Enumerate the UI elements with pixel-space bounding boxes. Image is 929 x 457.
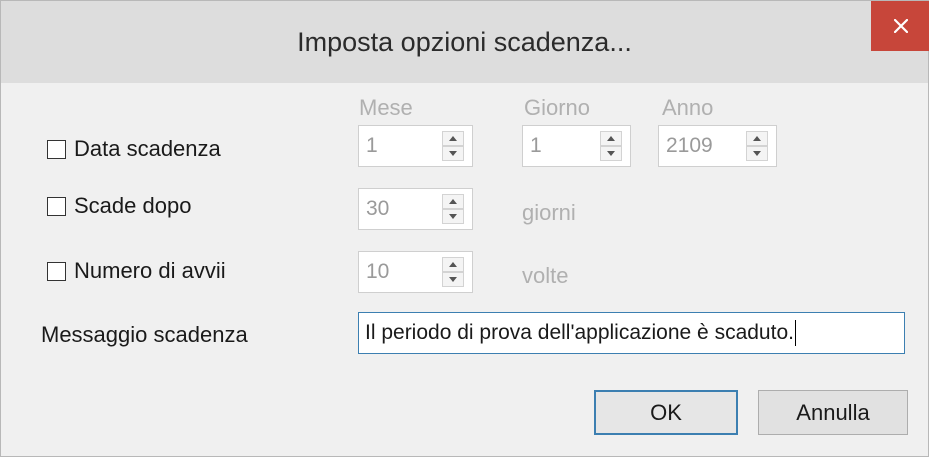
month-up-button[interactable] — [442, 131, 464, 146]
expiry-message-input[interactable]: Il periodo di prova dell'applicazione è … — [358, 312, 905, 354]
month-down-button[interactable] — [442, 146, 464, 161]
arrow-up-icon — [449, 136, 457, 141]
days-unit-label: giorni — [522, 200, 576, 225]
arrow-up-icon — [449, 199, 457, 204]
year-down-button[interactable] — [746, 146, 768, 161]
day-value[interactable]: 1 — [530, 126, 542, 166]
launch-count-option[interactable]: Numero di avvii — [47, 258, 226, 284]
cancel-button[interactable]: Annulla — [758, 390, 908, 435]
launches-up-button[interactable] — [442, 257, 464, 272]
month-spinbox[interactable]: 1 — [358, 125, 473, 167]
days-down-button[interactable] — [442, 209, 464, 224]
year-up-button[interactable] — [746, 131, 768, 146]
close-button[interactable] — [871, 1, 929, 51]
title-bar: Imposta opzioni scadenza... — [1, 1, 929, 83]
expiry-date-label: Data scadenza — [74, 136, 221, 161]
month-value[interactable]: 1 — [366, 126, 378, 166]
days-value[interactable]: 30 — [366, 189, 389, 229]
launch-count-checkbox[interactable] — [47, 261, 66, 281]
arrow-down-icon — [607, 151, 615, 156]
column-header-day: Giorno — [524, 95, 591, 120]
launches-unit-label: volte — [522, 263, 569, 288]
expire-after-checkbox[interactable] — [47, 196, 66, 216]
expiry-options-dialog: Imposta opzioni scadenza... Mese Giorno … — [0, 0, 929, 457]
year-value[interactable]: 2109 — [666, 126, 713, 166]
day-spinbox[interactable]: 1 — [522, 125, 631, 167]
dialog-title: Imposta opzioni scadenza... — [297, 27, 632, 57]
month-spin-buttons — [442, 131, 464, 161]
day-up-button[interactable] — [600, 131, 622, 146]
close-x-icon — [893, 19, 908, 33]
days-spin-buttons — [442, 194, 464, 224]
arrow-down-icon — [449, 151, 457, 156]
arrow-down-icon — [449, 277, 457, 282]
expire-after-option[interactable]: Scade dopo — [47, 193, 191, 219]
arrow-up-icon — [607, 136, 615, 141]
day-down-button[interactable] — [600, 146, 622, 161]
arrow-down-icon — [753, 151, 761, 156]
ok-button[interactable]: OK — [594, 390, 738, 435]
day-spin-buttons — [600, 131, 622, 161]
expiry-date-checkbox[interactable] — [47, 139, 66, 159]
arrow-up-icon — [449, 262, 457, 267]
column-header-month: Mese — [359, 95, 413, 120]
expire-after-label: Scade dopo — [74, 193, 192, 218]
launches-spin-buttons — [442, 257, 464, 287]
arrow-down-icon — [449, 214, 457, 219]
launch-count-label: Numero di avvii — [74, 258, 226, 283]
expiry-date-option[interactable]: Data scadenza — [47, 136, 221, 162]
days-up-button[interactable] — [442, 194, 464, 209]
expiry-message-label: Messaggio scadenza — [41, 322, 248, 347]
launches-spinbox[interactable]: 10 — [358, 251, 473, 293]
launches-value[interactable]: 10 — [366, 252, 389, 292]
expiry-message-text: Il periodo di prova dell'applicazione è … — [365, 321, 794, 344]
year-spinbox[interactable]: 2109 — [658, 125, 777, 167]
column-header-year: Anno — [662, 95, 714, 120]
days-spinbox[interactable]: 30 — [358, 188, 473, 230]
year-spin-buttons — [746, 131, 768, 161]
launches-down-button[interactable] — [442, 272, 464, 287]
arrow-up-icon — [753, 136, 761, 141]
text-caret — [794, 320, 796, 347]
